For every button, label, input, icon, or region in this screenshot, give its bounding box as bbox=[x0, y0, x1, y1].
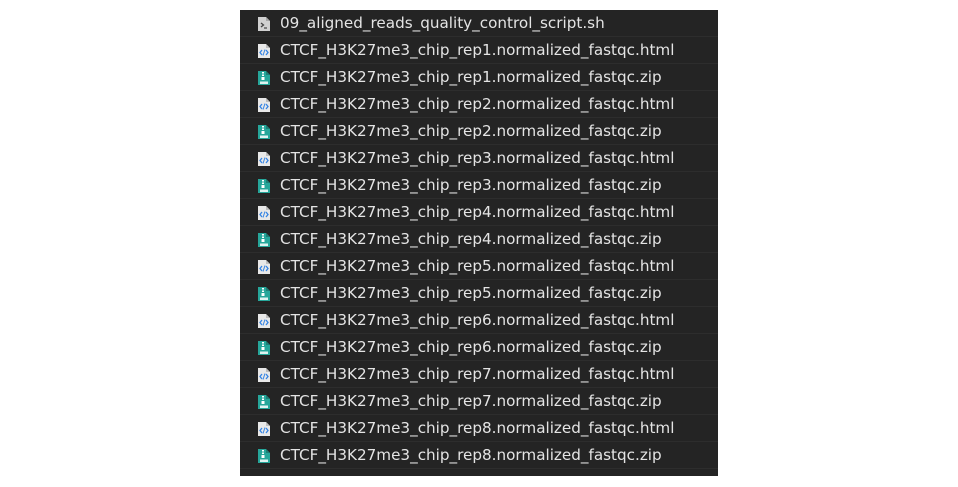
file-name: CTCF_H3K27me3_chip_rep8.normalized_fastq… bbox=[280, 419, 675, 437]
zip-file-icon bbox=[258, 341, 270, 355]
file-row[interactable]: CTCF_H3K27me3_chip_rep3.normalized_fastq… bbox=[240, 145, 718, 172]
file-row[interactable]: CTCF_H3K27me3_chip_rep7.normalized_fastq… bbox=[240, 388, 718, 415]
file-row[interactable]: CTCF_H3K27me3_chip_rep6.normalized_fastq… bbox=[240, 334, 718, 361]
html-file-icon bbox=[258, 206, 270, 220]
html-file-icon bbox=[258, 98, 270, 112]
file-name: CTCF_H3K27me3_chip_rep4.normalized_fastq… bbox=[280, 203, 675, 221]
file-name: CTCF_H3K27me3_chip_rep2.normalized_fastq… bbox=[280, 122, 662, 140]
html-file-icon bbox=[258, 368, 270, 382]
file-list-panel: 09_aligned_reads_quality_control_script.… bbox=[240, 10, 718, 476]
html-file-icon bbox=[258, 152, 270, 166]
file-name: CTCF_H3K27me3_chip_rep1.normalized_fastq… bbox=[280, 41, 675, 59]
zip-file-icon bbox=[258, 395, 270, 409]
html-file-icon bbox=[258, 422, 270, 436]
file-row[interactable]: CTCF_H3K27me3_chip_rep3.normalized_fastq… bbox=[240, 172, 718, 199]
file-row[interactable]: CTCF_H3K27me3_chip_rep6.normalized_fastq… bbox=[240, 307, 718, 334]
file-row[interactable]: CTCF_H3K27me3_chip_rep4.normalized_fastq… bbox=[240, 199, 718, 226]
zip-file-icon bbox=[258, 125, 270, 139]
zip-file-icon bbox=[258, 287, 270, 301]
file-row[interactable]: CTCF_H3K27me3_chip_rep7.normalized_fastq… bbox=[240, 361, 718, 388]
file-row[interactable]: CTCF_H3K27me3_chip_rep4.normalized_fastq… bbox=[240, 226, 718, 253]
file-name: CTCF_H3K27me3_chip_rep3.normalized_fastq… bbox=[280, 176, 662, 194]
file-row[interactable]: 09_aligned_reads_quality_control_script.… bbox=[240, 10, 718, 37]
zip-file-icon bbox=[258, 449, 270, 463]
file-row[interactable]: CTCF_H3K27me3_chip_rep2.normalized_fastq… bbox=[240, 118, 718, 145]
file-name: CTCF_H3K27me3_chip_rep5.normalized_fastq… bbox=[280, 257, 675, 275]
html-file-icon bbox=[258, 260, 270, 274]
file-row[interactable]: CTCF_H3K27me3_chip_rep8.normalized_fastq… bbox=[240, 442, 718, 469]
file-name: CTCF_H3K27me3_chip_rep6.normalized_fastq… bbox=[280, 338, 662, 356]
file-row[interactable]: CTCF_H3K27me3_chip_rep1.normalized_fastq… bbox=[240, 37, 718, 64]
file-name: CTCF_H3K27me3_chip_rep7.normalized_fastq… bbox=[280, 392, 662, 410]
file-name: CTCF_H3K27me3_chip_rep4.normalized_fastq… bbox=[280, 230, 662, 248]
zip-file-icon bbox=[258, 179, 270, 193]
script-file-icon bbox=[258, 17, 270, 31]
file-row[interactable]: CTCF_H3K27me3_chip_rep5.normalized_fastq… bbox=[240, 280, 718, 307]
zip-file-icon bbox=[258, 233, 270, 247]
file-name: CTCF_H3K27me3_chip_rep3.normalized_fastq… bbox=[280, 149, 675, 167]
html-file-icon bbox=[258, 44, 270, 58]
file-name: CTCF_H3K27me3_chip_rep2.normalized_fastq… bbox=[280, 95, 675, 113]
zip-file-icon bbox=[258, 71, 270, 85]
file-name: 09_aligned_reads_quality_control_script.… bbox=[280, 14, 605, 32]
file-row[interactable]: CTCF_H3K27me3_chip_rep1.normalized_fastq… bbox=[240, 64, 718, 91]
file-name: CTCF_H3K27me3_chip_rep5.normalized_fastq… bbox=[280, 284, 662, 302]
file-name: CTCF_H3K27me3_chip_rep7.normalized_fastq… bbox=[280, 365, 675, 383]
file-name: CTCF_H3K27me3_chip_rep8.normalized_fastq… bbox=[280, 446, 662, 464]
file-name: CTCF_H3K27me3_chip_rep6.normalized_fastq… bbox=[280, 311, 675, 329]
file-row[interactable]: CTCF_H3K27me3_chip_rep5.normalized_fastq… bbox=[240, 253, 718, 280]
html-file-icon bbox=[258, 314, 270, 328]
file-name: CTCF_H3K27me3_chip_rep1.normalized_fastq… bbox=[280, 68, 662, 86]
file-row[interactable]: CTCF_H3K27me3_chip_rep2.normalized_fastq… bbox=[240, 91, 718, 118]
file-row[interactable]: CTCF_H3K27me3_chip_rep8.normalized_fastq… bbox=[240, 415, 718, 442]
